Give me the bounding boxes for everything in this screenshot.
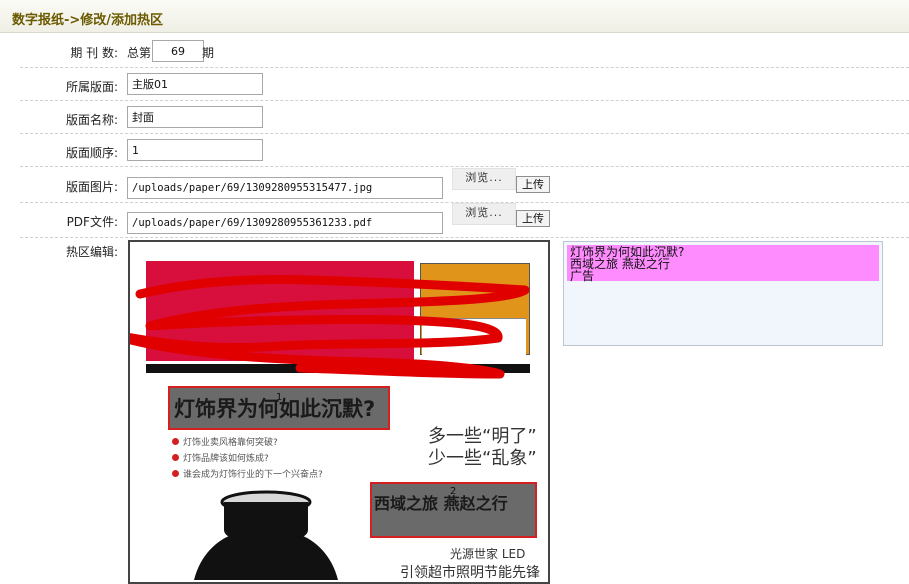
- section-row: 所属版面:: [20, 67, 909, 101]
- pdf-file-path-input[interactable]: [127, 212, 443, 234]
- bullet-1-text: 灯饰业卖风格靠何突破?: [183, 438, 278, 448]
- page-name-row: 版面名称:: [20, 100, 909, 134]
- issue-label: 期 刊 数:: [70, 46, 118, 60]
- page-order-input[interactable]: [127, 139, 263, 161]
- page-image-upload-button[interactable]: 上传: [516, 176, 550, 193]
- bullet-dot: [172, 454, 179, 461]
- page-image-browse-button[interactable]: 浏览...: [452, 168, 516, 190]
- silhouette-illustration: [194, 490, 338, 580]
- bullet-1: 灯饰业卖风格靠何突破?: [172, 434, 278, 448]
- section-input[interactable]: [127, 73, 263, 95]
- red-scribble: [130, 275, 530, 379]
- hotzone-list-item-3[interactable]: 广告: [570, 270, 594, 282]
- page-name-input[interactable]: [127, 106, 263, 128]
- pdf-file-upload-button[interactable]: 上传: [516, 210, 550, 227]
- page-title: 数字报纸->修改/添加热区: [12, 13, 164, 28]
- bullet-2-text: 灯饰品牌该如何炼成?: [183, 454, 269, 464]
- pdf-file-row: PDF文件: 浏览... 上传: [20, 202, 909, 238]
- hotzone-label: 热区编辑:: [65, 245, 118, 259]
- issue-prefix: 总第: [127, 46, 152, 60]
- page-header: 数字报纸->修改/添加热区: [0, 0, 909, 33]
- page-image-row: 版面图片: 浏览... 上传: [20, 166, 909, 203]
- page-image-path-input[interactable]: [127, 177, 443, 199]
- page-order-label: 版面顺序:: [65, 146, 118, 160]
- quote-line-2: 少一些“乱象”: [428, 448, 537, 469]
- hotzone-2-headline: 西域之旅 燕赵之行: [374, 494, 508, 513]
- hotzone-list[interactable]: 灯饰界为何如此沉默? 西域之旅 燕赵之行 广告: [563, 241, 883, 346]
- bullet-2: 灯饰品牌该如何炼成?: [172, 450, 269, 464]
- page-name-label: 版面名称:: [65, 113, 118, 127]
- pdf-file-browse-button[interactable]: 浏览...: [452, 203, 516, 225]
- issue-number-input[interactable]: [152, 40, 204, 62]
- section-label: 所属版面:: [65, 80, 118, 94]
- subline-1: 光源世家 LED: [450, 547, 526, 561]
- pdf-file-label: PDF文件:: [66, 215, 118, 229]
- hotzone-1-number: 1: [276, 392, 283, 403]
- page-image-label: 版面图片:: [65, 180, 118, 194]
- issue-suffix: 期: [202, 46, 215, 60]
- page-order-row: 版面顺序:: [20, 133, 909, 167]
- hotzone-1-headline: 灯饰界为何如此沉默?: [174, 397, 376, 421]
- issue-row: 期 刊 数: 总第 期: [20, 33, 909, 68]
- subline-2: 引领超市照明节能先锋: [400, 565, 540, 581]
- hotzone-editor[interactable]: 灯饰界为何如此沉默? 1 灯饰业卖风格靠何突破? 灯饰品牌该如何炼成? 谁会成为…: [128, 240, 550, 584]
- bullet-dot: [172, 438, 179, 445]
- hotzone-2-number: 2: [450, 486, 457, 497]
